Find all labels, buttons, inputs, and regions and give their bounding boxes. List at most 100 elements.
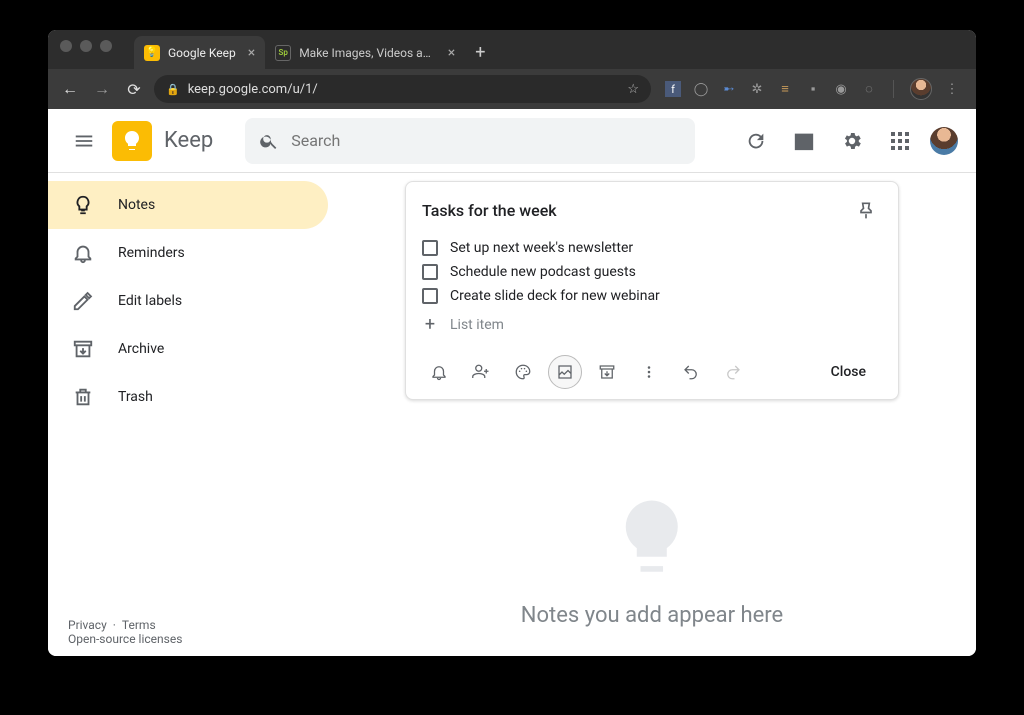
remind-me-button[interactable] — [422, 355, 456, 389]
tab-title: Make Images, Videos and Web S — [299, 46, 436, 60]
undo-icon — [682, 363, 700, 381]
search-box[interactable] — [245, 118, 695, 164]
item-text[interactable]: Schedule new podcast guests — [450, 264, 636, 280]
star-icon[interactable]: ☆ — [627, 82, 639, 97]
ext-circle-icon[interactable]: ◯ — [693, 81, 709, 97]
bulb-icon — [120, 129, 144, 153]
note-editor: Tasks for the week Set up next week's ne… — [405, 181, 899, 400]
ext-dot-icon[interactable]: ◉ — [833, 81, 849, 97]
window-controls[interactable] — [48, 30, 124, 52]
back-button[interactable]: ← — [58, 79, 82, 99]
ext-arrow-icon[interactable]: ➸ — [721, 81, 737, 97]
tab-close-icon[interactable]: × — [448, 45, 455, 61]
refresh-button[interactable] — [736, 121, 776, 161]
checkbox-icon[interactable] — [422, 288, 438, 304]
undo-button[interactable] — [674, 355, 708, 389]
tab-close-icon[interactable]: × — [248, 45, 255, 61]
url-text: keep.google.com/u/1/ — [188, 82, 318, 97]
gear-icon — [841, 130, 863, 152]
color-button[interactable] — [506, 355, 540, 389]
sidebar: Notes Reminders Edit labels Archive Tras… — [48, 173, 328, 656]
oss-link[interactable]: Open-source licenses — [68, 632, 182, 646]
pencil-icon — [72, 290, 94, 312]
list-view-icon — [793, 130, 815, 152]
ext-chat-icon[interactable]: ◌ — [861, 81, 877, 97]
keep-logo — [112, 121, 152, 161]
add-item-label: List item — [450, 317, 504, 333]
new-tab-button[interactable]: + — [465, 42, 495, 69]
empty-state: Notes you add appear here — [521, 493, 783, 628]
ext-stack-icon[interactable]: ≡ — [777, 81, 793, 97]
note-title[interactable]: Tasks for the week — [422, 201, 850, 220]
terms-link[interactable]: Terms — [122, 618, 156, 632]
checklist-item[interactable]: Create slide deck for new webinar — [422, 284, 882, 308]
bulb-large-icon — [607, 493, 697, 583]
checklist-item[interactable]: Set up next week's newsletter — [422, 236, 882, 260]
apps-grid-icon — [891, 132, 909, 150]
redo-button — [716, 355, 750, 389]
google-apps-button[interactable] — [880, 121, 920, 161]
bulb-icon — [72, 194, 94, 216]
ext-video-icon[interactable]: ▪ — [805, 81, 821, 97]
pin-button[interactable] — [850, 194, 882, 226]
archive-icon — [598, 363, 616, 381]
traffic-light-min-icon[interactable] — [80, 40, 92, 52]
spark-favicon-icon: Sp — [275, 45, 291, 61]
close-button[interactable]: Close — [815, 358, 882, 386]
bell-plus-icon — [430, 363, 448, 381]
trash-icon — [72, 386, 94, 408]
checkbox-icon[interactable] — [422, 264, 438, 280]
sidebar-label: Reminders — [118, 245, 185, 261]
app-header: Keep — [48, 109, 976, 173]
chrome-menu-icon[interactable]: ⋮ — [944, 81, 960, 97]
view-toggle-button[interactable] — [784, 121, 824, 161]
traffic-light-close-icon[interactable] — [60, 40, 72, 52]
archive-note-button[interactable] — [590, 355, 624, 389]
sidebar-label: Archive — [118, 341, 164, 357]
sidebar-label: Notes — [118, 197, 155, 213]
browser-tab-spark[interactable]: Sp Make Images, Videos and Web S × — [265, 36, 465, 69]
search-input[interactable] — [291, 131, 681, 150]
more-button[interactable] — [632, 355, 666, 389]
item-text[interactable]: Create slide deck for new webinar — [450, 288, 660, 304]
sidebar-item-reminders[interactable]: Reminders — [48, 229, 328, 277]
add-list-item[interactable]: + List item — [422, 308, 882, 341]
refresh-icon — [745, 130, 767, 152]
pin-icon — [856, 200, 876, 220]
browser-tab-keep[interactable]: 💡 Google Keep × — [134, 36, 265, 69]
plus-icon: + — [422, 314, 438, 335]
ext-atom-icon[interactable]: ✲ — [749, 81, 765, 97]
palette-icon — [514, 363, 532, 381]
account-avatar[interactable] — [928, 125, 960, 157]
reload-button[interactable]: ⟳ — [122, 80, 146, 99]
sidebar-item-trash[interactable]: Trash — [48, 373, 328, 421]
image-icon — [556, 363, 574, 381]
item-text[interactable]: Set up next week's newsletter — [450, 240, 633, 256]
settings-button[interactable] — [832, 121, 872, 161]
forward-button: → — [90, 79, 114, 99]
sidebar-item-edit-labels[interactable]: Edit labels — [48, 277, 328, 325]
keep-favicon-icon: 💡 — [144, 45, 160, 61]
tab-title: Google Keep — [168, 46, 236, 60]
main-menu-button[interactable] — [64, 121, 104, 161]
traffic-light-max-icon[interactable] — [100, 40, 112, 52]
checklist-item[interactable]: Schedule new podcast guests — [422, 260, 882, 284]
hamburger-icon — [73, 130, 95, 152]
collaborator-button[interactable] — [464, 355, 498, 389]
ext-facebook-icon[interactable]: f — [665, 81, 681, 97]
sidebar-label: Trash — [118, 389, 153, 405]
checkbox-icon[interactable] — [422, 240, 438, 256]
product-name: Keep — [164, 128, 213, 153]
address-bar[interactable]: 🔒 keep.google.com/u/1/ ☆ — [154, 75, 651, 103]
bell-icon — [72, 242, 94, 264]
more-vert-icon — [640, 363, 658, 381]
sidebar-label: Edit labels — [118, 293, 182, 309]
person-add-icon — [472, 363, 490, 381]
sidebar-item-archive[interactable]: Archive — [48, 325, 328, 373]
footer-links: Privacy·Terms Open-source licenses — [68, 618, 182, 646]
sidebar-item-notes[interactable]: Notes — [48, 181, 328, 229]
privacy-link[interactable]: Privacy — [68, 618, 107, 632]
chrome-profile-avatar[interactable] — [910, 78, 932, 100]
add-image-button[interactable] — [548, 355, 582, 389]
archive-icon — [72, 338, 94, 360]
